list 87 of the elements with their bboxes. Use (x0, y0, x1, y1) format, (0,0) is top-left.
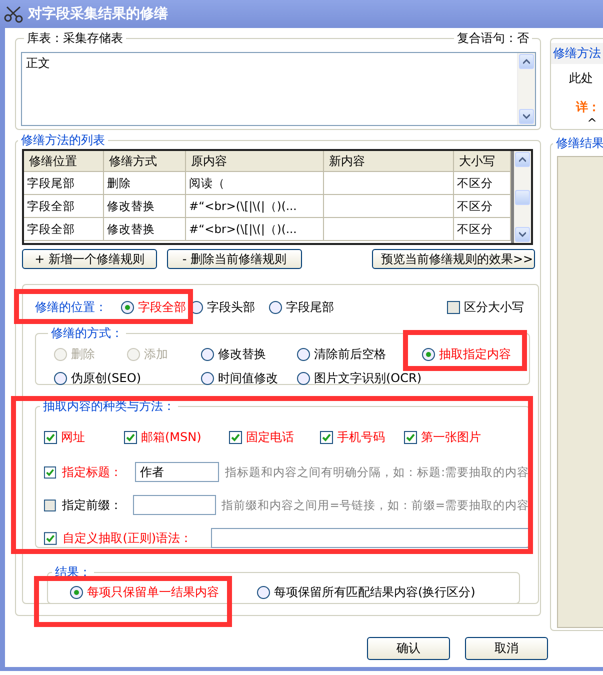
scroll-up-button[interactable] (515, 152, 530, 167)
rule-button[interactable]: 预览当前修缮规则的效果>> (372, 249, 535, 269)
rule-button[interactable]: + 新增一个修缮规则 (22, 249, 157, 269)
table-cell: 修改替换 (104, 218, 186, 241)
section-title: 修缮的方式： (48, 326, 126, 341)
radio-button[interactable] (201, 372, 214, 385)
checkbox[interactable] (229, 431, 242, 444)
checkbox-label: 网址 (61, 429, 85, 446)
checkbox-label: 第一张图片 (421, 429, 481, 446)
checkbox-label: 邮箱(MSN) (141, 429, 202, 446)
scissors-icon (4, 5, 24, 23)
radio-label: 字段尾部 (286, 298, 334, 316)
section-title: 修缮方法 (551, 43, 603, 64)
checkbox-label: 指定标题： (62, 464, 124, 480)
text-area[interactable]: 正文 (21, 52, 536, 126)
checkbox[interactable] (44, 431, 57, 444)
table-cell: 字段全部 (24, 195, 104, 218)
table-cell: 删除 (104, 172, 186, 195)
checkbox[interactable] (124, 431, 137, 444)
table-cell: 字段尾部 (24, 172, 104, 195)
radio-label: 字段头部 (207, 298, 255, 316)
table-cell: #“<br>(\[|\(|（)(... (186, 218, 324, 241)
radio-button[interactable] (54, 372, 67, 385)
radio-label: 每项保留所有匹配结果内容(换行区分) (274, 584, 476, 600)
column-header[interactable]: 大小写 (454, 151, 511, 172)
table-cell: #“<br>(\[|\(|（)(... (186, 195, 324, 218)
rule-button[interactable]: - 删除当前修缮规则 (167, 249, 302, 269)
radio-label: 伪原创(SEO) (71, 370, 142, 387)
radio-button[interactable] (297, 348, 310, 361)
scroll-up-button[interactable] (519, 54, 534, 69)
window-title: 对字段采集结果的修缮 (28, 5, 168, 23)
section-title: 修缮方法的列表 (18, 133, 108, 148)
checkbox[interactable] (404, 431, 417, 444)
radio-label: 添加 (144, 346, 168, 363)
radio-button[interactable] (297, 372, 310, 385)
radio-label: 图片文字识别(OCR) (314, 370, 422, 387)
hint-text: 指前缀和内容之间用=号链接，如：前缀=需要抽取的内容 (222, 498, 529, 512)
caret-down-icon (519, 232, 526, 237)
input-field[interactable]: 作者 (134, 462, 220, 482)
column-header[interactable]: 修缮方式 (104, 151, 186, 172)
cancel-button[interactable]: 取消 (465, 637, 548, 660)
radio-button[interactable] (70, 586, 83, 598)
info-text: 此处 (568, 70, 594, 87)
radio-button[interactable] (269, 300, 282, 314)
caret-down-icon (523, 114, 530, 119)
checkbox[interactable] (44, 466, 56, 478)
column-header[interactable]: 新内容 (324, 151, 454, 172)
column-header[interactable]: 原内容 (186, 151, 324, 172)
hint-text: 指标题和内容之间有明确分隔，如：标题:需要抽取的内容 (225, 464, 529, 480)
radio-button[interactable] (422, 348, 435, 361)
table-label: 库表：采集存储表 (24, 31, 126, 46)
compound-label: 复合语句：否 (454, 31, 532, 46)
checkbox-label: 自定义抽取(正则)语法： (62, 530, 194, 546)
checkbox-label: 指定前缀： (62, 496, 123, 514)
table-cell: 字段全部 (24, 218, 104, 241)
scroll-down-button[interactable] (519, 109, 534, 124)
column-header[interactable]: 修缮位置 (24, 151, 104, 172)
scrollbar[interactable] (511, 151, 531, 243)
caret-text[interactable]: ^ (551, 116, 603, 128)
checkbox[interactable] (320, 431, 333, 444)
checkbox-label: 固定电话 (246, 429, 294, 446)
checkbox[interactable] (44, 532, 57, 544)
radio-label: 每项只保留单一结果内容 (87, 584, 219, 600)
position-label: 修缮的位置： (35, 298, 107, 316)
radio-label: 字段全部 (138, 298, 186, 316)
scroll-down-button[interactable] (515, 227, 530, 242)
table-cell: 阅读（ (186, 172, 324, 195)
radio-label: 抽取指定内容 (439, 346, 511, 363)
radio-label: 清除前后空格 (314, 346, 386, 363)
radio-label: 修改替换 (218, 346, 266, 363)
checkbox-label: 手机号码 (337, 429, 385, 446)
caret-up-icon (523, 59, 530, 64)
checkbox-label: 区分大小写 (464, 298, 524, 316)
radio-label: 删除 (71, 346, 95, 363)
table-cell: 修改替换 (104, 195, 186, 218)
checkbox[interactable] (44, 498, 56, 512)
input-field[interactable] (133, 495, 216, 515)
scroll-thumb[interactable] (515, 190, 530, 204)
radio-label: 时间值修改 (218, 370, 278, 387)
detail-label: 详： (574, 99, 601, 116)
caret-up-icon (519, 157, 526, 162)
confirm-button[interactable]: 确认 (367, 637, 450, 660)
radio-button[interactable] (121, 300, 134, 314)
radio-button[interactable] (257, 586, 270, 598)
checkbox[interactable] (447, 300, 460, 314)
input-field[interactable] (210, 528, 529, 548)
radio-button[interactable] (201, 348, 214, 361)
